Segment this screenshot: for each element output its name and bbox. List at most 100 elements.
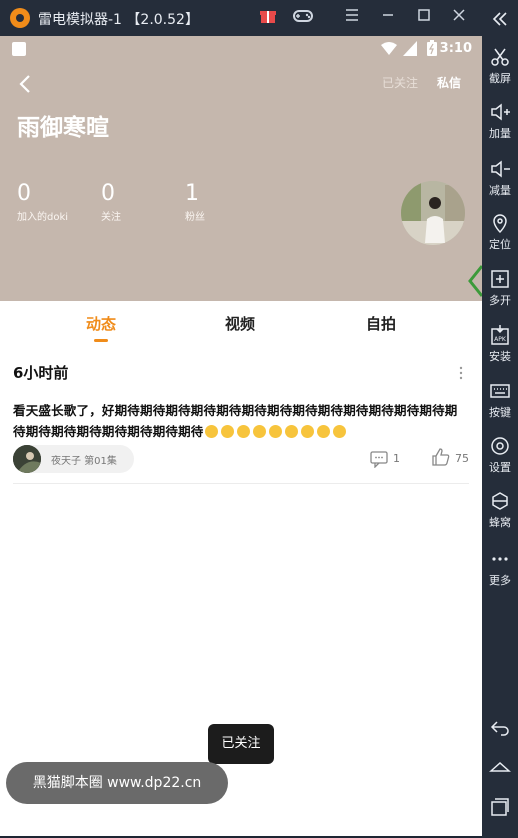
sidebar-item-label: 加量 <box>489 127 511 140</box>
close-icon[interactable] <box>447 6 471 30</box>
gamepad-icon[interactable] <box>291 6 315 30</box>
tab-video[interactable]: 视频 <box>225 313 255 334</box>
sidebar-item-label: 更多 <box>489 574 511 587</box>
android-recents-button[interactable] <box>482 796 518 818</box>
keyboard-icon <box>490 384 510 398</box>
sidebar-item-volume-up[interactable]: 加量 <box>482 101 518 141</box>
followed-button[interactable]: 已关注 <box>382 74 418 91</box>
volume-up-icon <box>491 103 510 121</box>
sidebar-item-volume-down[interactable]: 减量 <box>482 158 518 198</box>
emoji-icon <box>301 425 315 438</box>
more-dots-icon <box>492 557 508 561</box>
emoji-icon <box>285 425 299 438</box>
sidebar-item-multi-instance[interactable]: 多开 <box>482 268 518 308</box>
private-message-button[interactable]: 私信 <box>437 74 461 91</box>
volume-down-icon <box>491 160 510 178</box>
post-divider <box>13 483 469 484</box>
stat-value: 0 <box>101 181 115 206</box>
sidebar-item-label: 多开 <box>489 294 511 307</box>
comment-icon[interactable] <box>370 450 388 468</box>
hive-icon <box>492 492 508 510</box>
emulator-title: 雷电模拟器-1 【2.0.52】 <box>38 12 199 28</box>
thumbs-up-icon[interactable] <box>432 448 450 466</box>
sidebar-item-label: 蜂窝 <box>489 516 511 529</box>
watermark-banner: 黑猫脚本圈 www.dp22.cn <box>6 762 228 804</box>
stat-followers[interactable]: 1 粉丝 <box>185 181 205 224</box>
avatar-photo <box>401 181 465 245</box>
phone-screen: 3:10 已关注 私信 雨御寒暄 0 加入的doki 0 关注 1 粉丝 动态 … <box>0 36 482 836</box>
emulator-titlebar: 雷电模拟器-1 【2.0.52】 <box>0 0 518 36</box>
gift-icon[interactable] <box>256 6 280 30</box>
comment-count: 1 <box>393 452 400 465</box>
post-time: 6小时前 <box>13 364 69 382</box>
doki-name: 夜天子 第01集 <box>51 456 117 467</box>
location-icon <box>493 214 507 234</box>
stat-value: 0 <box>17 181 31 206</box>
home-icon <box>489 761 511 772</box>
sidebar-item-screenshot[interactable]: 截屏 <box>482 46 518 86</box>
android-home-button[interactable] <box>482 757 518 779</box>
emoji-icon <box>221 425 235 438</box>
battery-icon <box>427 40 437 56</box>
stat-label: 关注 <box>101 212 121 223</box>
sidebar-item-more[interactable]: 更多 <box>482 548 518 588</box>
sidebar-item-keymap[interactable]: 按键 <box>482 380 518 420</box>
profile-name: 雨御寒暄 <box>17 115 109 141</box>
minimize-icon[interactable] <box>376 6 400 30</box>
green-arrow-icon <box>468 265 482 297</box>
wifi-icon <box>381 42 397 55</box>
status-time: 3:10 <box>439 41 472 56</box>
emoji-row <box>204 424 348 439</box>
status-bar: 3:10 <box>0 36 482 62</box>
avatar[interactable] <box>401 181 465 245</box>
collapse-sidebar-button[interactable] <box>482 8 518 30</box>
emoji-icon <box>269 425 283 438</box>
notification-icon <box>12 42 26 56</box>
tab-selfie[interactable]: 自拍 <box>366 313 396 334</box>
sidebar-item-label: 减量 <box>489 184 511 197</box>
back-button[interactable] <box>14 72 38 96</box>
tab-bar: 动态 视频 自拍 <box>0 301 482 353</box>
sidebar-item-install-apk[interactable]: APK 安装 <box>482 324 518 364</box>
menu-icon[interactable] <box>340 6 364 30</box>
stat-following[interactable]: 0 关注 <box>101 181 121 224</box>
emoji-icon <box>317 425 331 438</box>
maximize-icon[interactable] <box>412 6 436 30</box>
sidebar-item-settings[interactable]: 设置 <box>482 435 518 475</box>
followed-toast: 已关注 <box>208 724 274 764</box>
sidebar-item-label: 定位 <box>489 238 511 251</box>
svg-text:APK: APK <box>494 336 507 343</box>
sidebar-item-hive[interactable]: 蜂窝 <box>482 490 518 530</box>
stat-joined-doki[interactable]: 0 加入的doki <box>17 181 69 224</box>
sidebar-item-location[interactable]: 定位 <box>482 212 518 252</box>
emulator-sidebar: 截屏 加量 减量 定位 多开 APK 安装 按键 设置 蜂窝 更多 <box>482 0 518 838</box>
more-vertical-icon[interactable] <box>456 366 466 380</box>
multi-instance-icon <box>491 270 509 288</box>
stat-value: 1 <box>185 181 199 206</box>
emoji-icon <box>205 425 219 438</box>
emoji-icon <box>237 425 251 438</box>
app-logo-icon <box>10 8 30 28</box>
gear-icon <box>491 437 509 455</box>
apk-install-icon: APK <box>491 325 509 345</box>
post-text[interactable]: 看天盛长歌了，好期待期待期待期待期待期待期待期待期待期待期待期待期待期待期待期待… <box>13 400 469 442</box>
sidebar-item-label: 按键 <box>489 406 511 419</box>
android-back-button[interactable] <box>482 716 518 738</box>
sidebar-item-label: 设置 <box>489 461 511 474</box>
back-arrow-icon <box>490 721 509 736</box>
stat-label: 粉丝 <box>185 212 205 223</box>
signal-icon <box>403 41 417 56</box>
tab-dynamic[interactable]: 动态 <box>86 313 116 334</box>
scissors-icon <box>491 48 509 66</box>
double-chevron-left-icon <box>492 12 507 26</box>
emoji-icon <box>333 425 347 438</box>
like-count: 75 <box>455 452 469 465</box>
active-tab-indicator <box>94 339 108 342</box>
emoji-icon <box>253 425 267 438</box>
stat-label: 加入的doki <box>17 212 69 223</box>
doki-tag[interactable]: 夜天子 第01集 <box>13 445 134 473</box>
recents-icon <box>491 798 509 816</box>
sidebar-item-label: 截屏 <box>489 72 511 85</box>
doki-avatar <box>13 445 41 473</box>
sidebar-item-label: 安装 <box>489 350 511 363</box>
